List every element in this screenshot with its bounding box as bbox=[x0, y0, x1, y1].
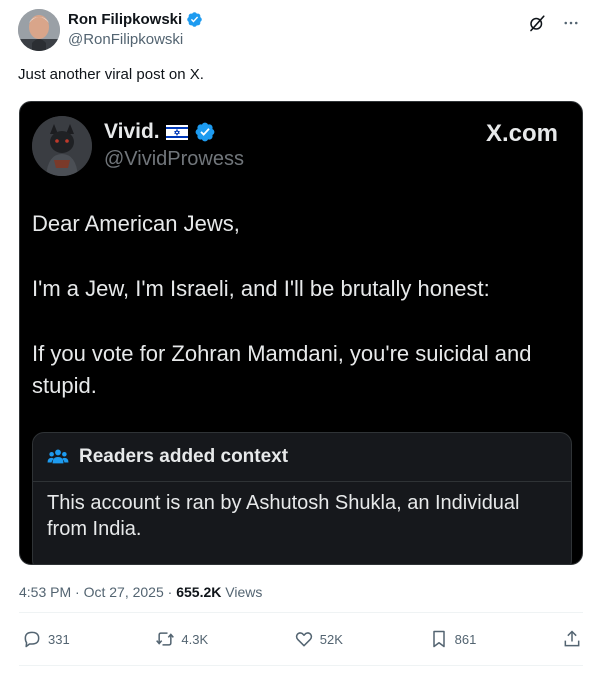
views-label: Views bbox=[225, 584, 263, 600]
reply-icon bbox=[24, 631, 40, 648]
verified-badge-icon bbox=[187, 12, 202, 27]
views-count[interactable]: 655.2K bbox=[176, 584, 221, 600]
meta-separator-2: · bbox=[167, 584, 173, 600]
post-top-actions bbox=[526, 12, 582, 34]
embedded-line-3: If you vote for Zohran Mamdani, you're s… bbox=[32, 341, 532, 398]
community-note-text: This account is ran by Ashutosh Shukla, … bbox=[47, 492, 520, 540]
like-count: 52K bbox=[319, 631, 343, 647]
embedded-name: Vivid. bbox=[104, 120, 160, 143]
embedded-line-1: Dear American Jews, bbox=[32, 211, 240, 236]
post-date[interactable]: Oct 27, 2025 bbox=[84, 584, 164, 600]
divider bbox=[19, 612, 583, 613]
author-name[interactable]: Ron Filipkowski bbox=[68, 11, 182, 28]
embedded-verified-badge-icon bbox=[195, 122, 215, 142]
grok-icon[interactable] bbox=[526, 12, 548, 34]
like-icon bbox=[295, 632, 312, 647]
post-text: Just another viral post on X. bbox=[18, 66, 204, 83]
share-button[interactable] bbox=[562, 629, 582, 649]
site-watermark: X.com bbox=[485, 120, 558, 147]
reply-count: 331 bbox=[48, 631, 70, 647]
author-avatar[interactable] bbox=[18, 9, 60, 51]
post-meta: 4:53 PM · Oct 27, 2025 · 655.2K Views bbox=[19, 584, 262, 600]
embedded-post-image[interactable]: Vivid. @VividProwess X.com Dear American… bbox=[19, 101, 583, 565]
like-button[interactable]: 52K bbox=[294, 629, 343, 649]
embedded-handle: @VividProwess bbox=[104, 148, 244, 170]
reply-button[interactable]: 331 bbox=[22, 629, 70, 649]
author-handle[interactable]: @RonFilipkowski bbox=[68, 31, 183, 48]
israel-flag-icon bbox=[165, 124, 188, 140]
divider-bottom bbox=[19, 665, 583, 666]
meta-separator: · bbox=[75, 584, 80, 600]
bookmark-button[interactable]: 861 bbox=[429, 629, 477, 649]
action-bar: 331 4.3K 52K 861 bbox=[22, 629, 582, 649]
more-icon[interactable] bbox=[560, 12, 582, 34]
community-note-title: Readers added context bbox=[79, 446, 289, 467]
repost-button[interactable]: 4.3K bbox=[155, 629, 208, 649]
author-name-row[interactable]: Ron Filipkowski bbox=[68, 11, 203, 28]
bookmark-icon bbox=[432, 630, 445, 648]
repost-count: 4.3K bbox=[181, 631, 209, 647]
repost-icon bbox=[156, 632, 175, 646]
community-icon bbox=[47, 449, 69, 464]
embedded-post-body: Dear American Jews, I'm a Jew, I'm Israe… bbox=[32, 208, 572, 435]
embedded-avatar bbox=[32, 116, 92, 176]
community-note-header: Readers added context bbox=[33, 433, 571, 482]
share-icon bbox=[564, 630, 580, 647]
embedded-name-row: Vivid. bbox=[104, 120, 216, 144]
post: Ron Filipkowski @RonFilipkowski Just ano… bbox=[0, 0, 612, 677]
embedded-line-2: I'm a Jew, I'm Israeli, and I'll be brut… bbox=[32, 276, 490, 301]
bookmark-count: 861 bbox=[454, 631, 477, 647]
post-time[interactable]: 4:53 PM bbox=[19, 584, 71, 600]
community-note: Readers added context This account is ra… bbox=[32, 432, 572, 564]
